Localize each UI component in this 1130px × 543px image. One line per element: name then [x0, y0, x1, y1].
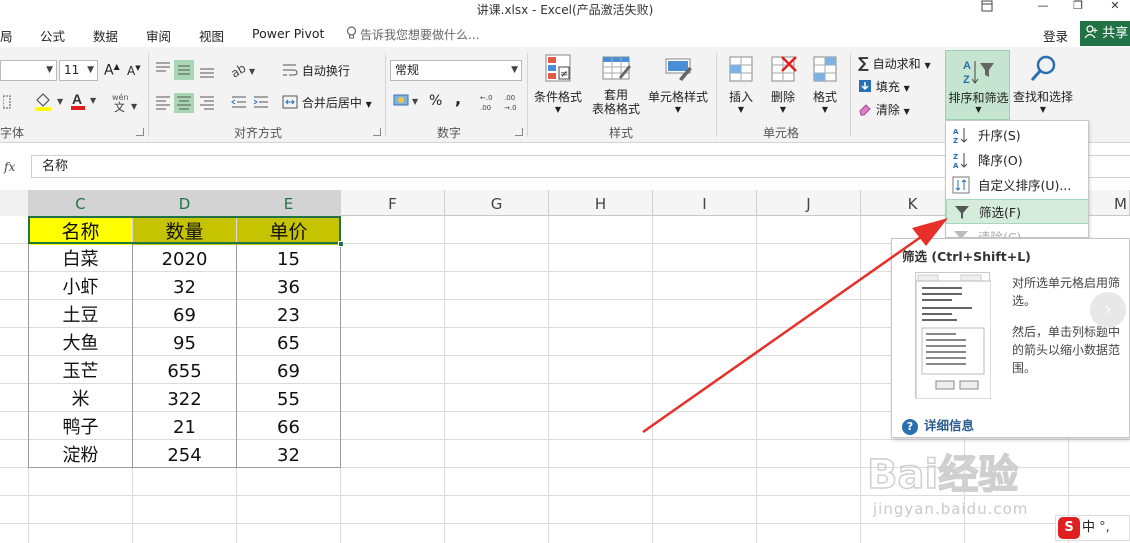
- ime-punct-icon: °,: [1099, 520, 1110, 535]
- watermark-brand: Bai经验: [867, 452, 1018, 498]
- ime-indicator[interactable]: S中 °,: [1055, 515, 1130, 541]
- sogou-icon: S: [1058, 517, 1080, 539]
- ime-mode-label: 中: [1082, 520, 1096, 535]
- watermark-url: jingyan.baidu.com: [873, 500, 1029, 518]
